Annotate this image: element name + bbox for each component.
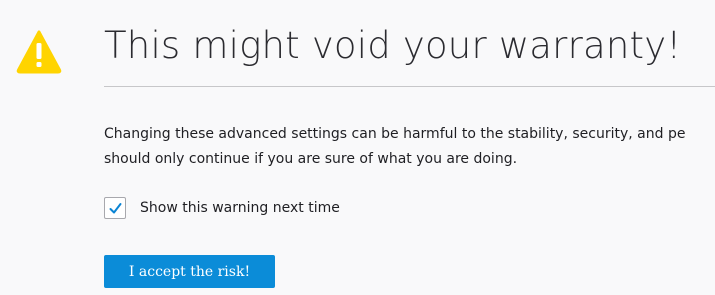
show-warning-checkbox[interactable]: [104, 197, 126, 219]
show-warning-checkbox-row[interactable]: Show this warning next time: [104, 194, 340, 222]
checkmark-icon: [109, 202, 121, 213]
warning-message-line-1: Changing these advanced settings can be …: [104, 126, 686, 142]
title-divider: [104, 86, 715, 87]
warning-triangle-icon: [16, 29, 62, 75]
warning-message: Changing these advanced settings can be …: [104, 122, 715, 172]
accept-risk-button[interactable]: I accept the risk!: [104, 255, 275, 288]
warning-message-line-2: should only continue if you are sure of …: [104, 151, 518, 167]
page-title: This might void your warranty!: [104, 24, 682, 67]
show-warning-label[interactable]: Show this warning next time: [140, 200, 340, 216]
